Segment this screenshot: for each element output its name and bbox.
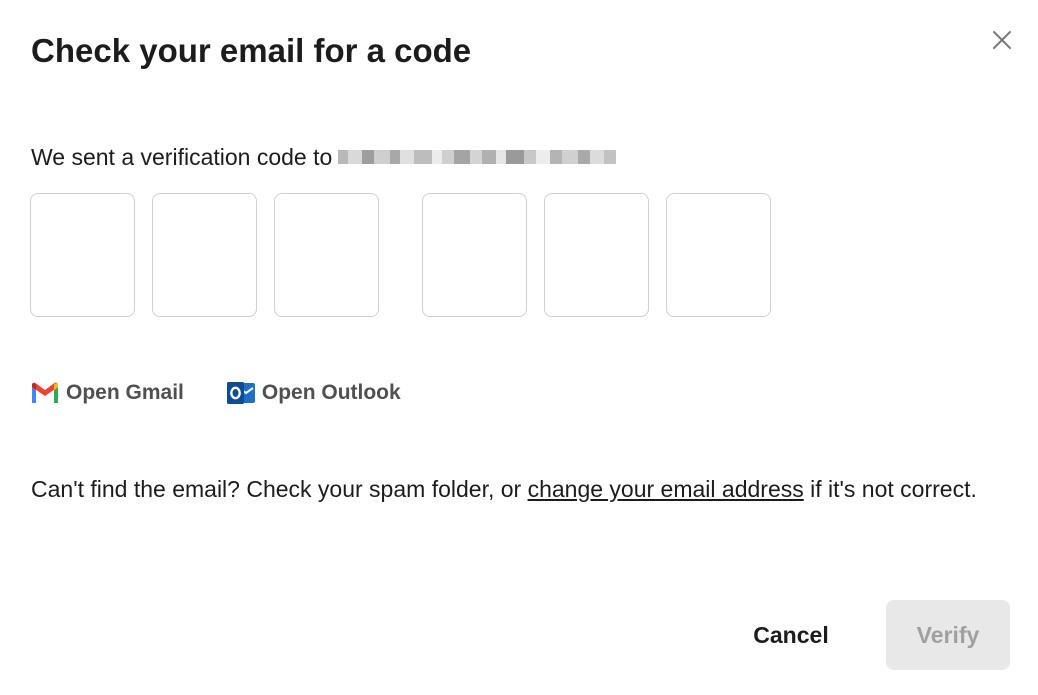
code-digit-2[interactable] — [152, 193, 257, 317]
help-text-before: Can't find the email? Check your spam fo… — [31, 476, 528, 502]
outlook-icon — [226, 382, 255, 404]
gmail-icon — [32, 382, 58, 403]
open-mail-links: Open Gmail Open Outlook — [30, 378, 401, 408]
open-outlook-link[interactable]: Open Outlook — [226, 378, 401, 408]
code-digit-6[interactable] — [666, 193, 771, 317]
verification-dialog: Check your email for a code We sent a ve… — [0, 0, 1038, 695]
help-text-after: if it's not correct. — [803, 476, 977, 502]
close-button[interactable] — [986, 24, 1018, 56]
dialog-title: Check your email for a code — [31, 32, 472, 69]
open-gmail-link[interactable]: Open Gmail — [30, 378, 184, 408]
code-input-group — [30, 193, 771, 317]
code-digit-3[interactable] — [274, 193, 379, 317]
open-gmail-label: Open Gmail — [66, 381, 184, 404]
sent-message-text: We sent a verification code to — [31, 144, 333, 170]
code-digit-1[interactable] — [30, 193, 135, 317]
redacted-email — [338, 145, 617, 169]
close-icon — [993, 31, 1011, 49]
code-digit-5[interactable] — [544, 193, 649, 317]
code-digit-4[interactable] — [422, 193, 527, 317]
open-outlook-label: Open Outlook — [261, 381, 401, 404]
change-email-link[interactable]: change your email address — [528, 476, 804, 502]
verify-button[interactable]: Verify — [886, 600, 1010, 670]
help-text: Can't find the email? Check your spam fo… — [31, 472, 1011, 507]
cancel-button[interactable]: Cancel — [724, 600, 858, 670]
sent-message: We sent a verification code to — [31, 142, 617, 172]
